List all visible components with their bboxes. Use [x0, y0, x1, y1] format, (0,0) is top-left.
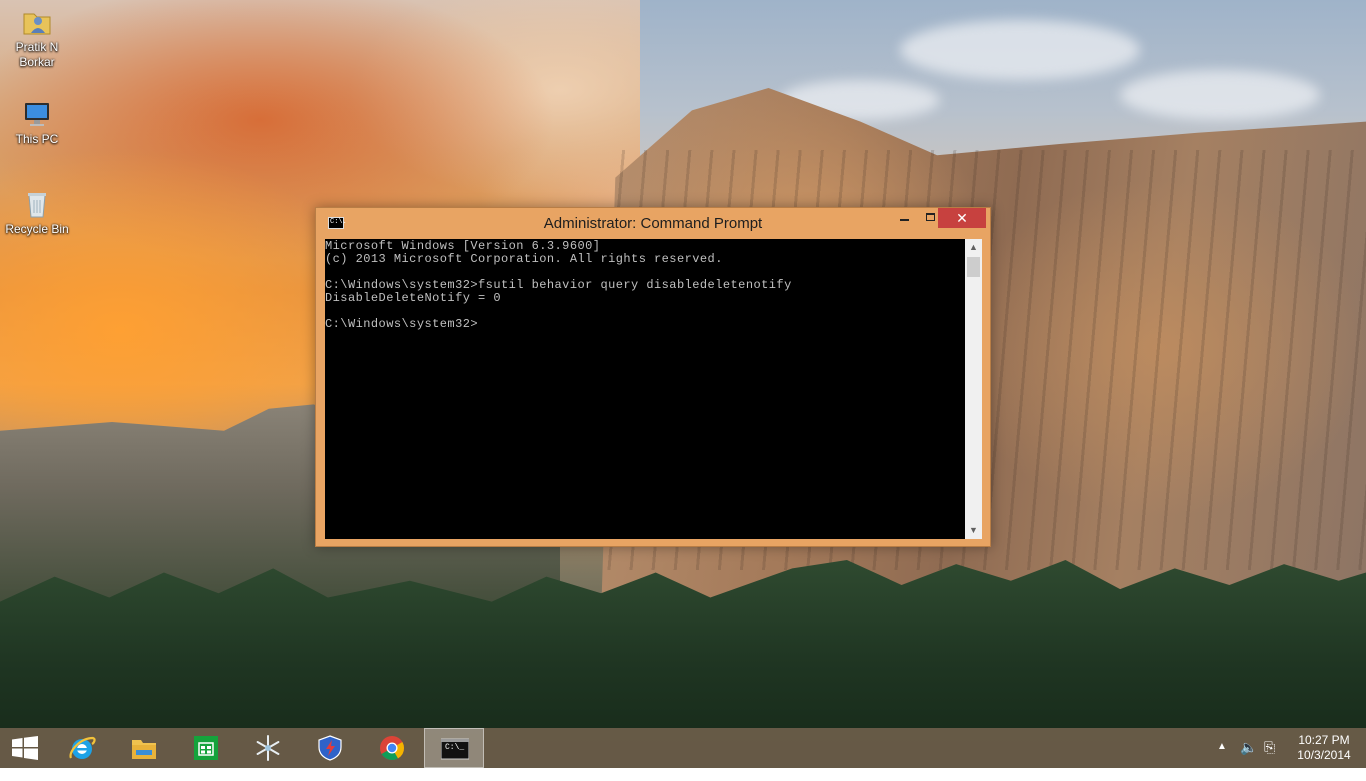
cloud — [1120, 70, 1320, 120]
desktop-icon-label: This PC — [15, 132, 59, 146]
cloud — [900, 20, 1140, 80]
scroll-down-arrow-icon[interactable]: ▼ — [965, 522, 982, 539]
speaker-icon: 🔈 — [1240, 739, 1258, 755]
user-folder-icon — [21, 6, 53, 38]
start-button[interactable] — [0, 728, 60, 768]
desktop-icon-recycle-bin[interactable]: Recycle Bin — [0, 188, 74, 237]
console-line — [325, 265, 965, 278]
window-titlebar[interactable]: C:\. Administrator: Command Prompt ✕ — [316, 208, 990, 239]
desktop-icon-label: Borkar — [19, 55, 55, 69]
command-prompt-window[interactable]: C:\. Administrator: Command Prompt ✕ Mic… — [315, 207, 991, 547]
taskbar-chrome[interactable] — [362, 728, 422, 768]
minimize-button[interactable] — [892, 208, 918, 228]
command-prompt-icon: C:\_ — [440, 735, 470, 763]
taskbar-shield-app[interactable] — [300, 728, 360, 768]
console-line: DisableDeleteNotify = 0 — [325, 291, 501, 305]
desktop-icon-label: Recycle Bin — [5, 222, 69, 236]
taskbar-command-prompt[interactable]: C:\_ — [424, 728, 484, 768]
computer-icon — [21, 98, 53, 130]
console-prompt[interactable]: C:\Windows\system32> — [325, 317, 965, 330]
store-icon — [192, 734, 220, 762]
volume-button[interactable]: 🔈 — [1240, 739, 1257, 779]
snowflake-icon — [254, 734, 282, 762]
desktop-icon-label: Pratik N — [15, 40, 59, 54]
console-line — [325, 304, 965, 317]
chevron-up-icon: ▲ — [1217, 741, 1227, 752]
maximize-icon — [926, 213, 935, 221]
vertical-scrollbar[interactable]: ▲ ▼ — [965, 239, 982, 539]
clock-date: 10/3/2014 — [1297, 748, 1351, 762]
taskbar-file-explorer[interactable] — [114, 728, 174, 768]
chrome-icon — [378, 734, 406, 762]
window-title: Administrator: Command Prompt — [543, 215, 763, 232]
desktop-icon-user-folder[interactable]: Pratik N Borkar — [0, 6, 74, 70]
taskbar: C:\_ ▲ 🔈 ⎘ 10:27 PM 10/3/2014 — [0, 728, 1366, 768]
console-line: Microsoft Windows [Version 6.3.9600] — [325, 239, 601, 253]
network-icon: ⎘ — [1264, 739, 1276, 755]
scroll-up-arrow-icon[interactable]: ▲ — [965, 239, 982, 256]
show-hidden-icons-button[interactable]: ▲ — [1217, 741, 1227, 781]
clock-time: 10:27 PM — [1298, 733, 1350, 747]
windows-logo-icon — [12, 736, 38, 760]
desktop-icon-this-pc[interactable]: This PC — [0, 98, 74, 147]
internet-explorer-icon — [68, 734, 96, 762]
console-output[interactable]: Microsoft Windows [Version 6.3.9600] (c)… — [325, 239, 965, 539]
cmd-icon-text: C:\_ — [445, 743, 465, 752]
recycle-bin-icon — [21, 188, 53, 220]
console-line: C:\Windows\system32>fsutil behavior quer… — [325, 278, 792, 292]
taskbar-clock[interactable]: 10:27 PM 10/3/2014 — [1290, 733, 1358, 763]
close-button[interactable]: ✕ — [938, 208, 986, 228]
scrollbar-thumb[interactable] — [967, 257, 980, 277]
network-button[interactable]: ⎘ — [1264, 739, 1275, 779]
minimize-icon — [900, 219, 909, 221]
shield-icon — [316, 734, 344, 762]
file-explorer-icon — [130, 734, 158, 762]
taskbar-internet-explorer[interactable] — [52, 728, 112, 768]
close-icon: ✕ — [956, 210, 968, 226]
console-line: (c) 2013 Microsoft Corporation. All righ… — [325, 252, 723, 266]
taskbar-store[interactable] — [176, 728, 236, 768]
taskbar-snowflake-app[interactable] — [238, 728, 298, 768]
